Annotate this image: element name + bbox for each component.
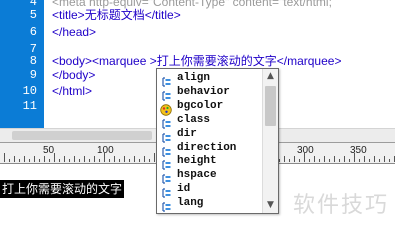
ruler-tick [314, 156, 315, 162]
ruler-tick [19, 159, 20, 162]
ruler-tick [9, 159, 10, 162]
ruler-tick [304, 153, 305, 162]
attribute-icon [160, 87, 172, 101]
ruler-tick [124, 156, 125, 162]
ruler-tick [29, 159, 30, 162]
autocomplete-item-label: class [177, 113, 211, 126]
ruler-tick [359, 159, 360, 162]
line-number-gutter: 4 5 6 7 8 9 10 11 [0, 0, 44, 128]
attribute-icon [160, 198, 172, 212]
ruler-tick [54, 153, 55, 162]
ruler-tick [299, 159, 300, 162]
scrollbar-thumb[interactable] [265, 86, 276, 126]
autocomplete-item-label: id [177, 183, 191, 196]
ruler-tick [324, 156, 325, 162]
autocomplete-item-label: height [177, 155, 217, 168]
color-palette-icon [160, 101, 172, 116]
ruler-label: 350 [350, 145, 367, 156]
attribute-autocomplete-list[interactable]: align behavior bgcolor class dir direction hei… [156, 68, 279, 214]
code-line[interactable]: </html> [52, 83, 92, 100]
ruler-tick [14, 156, 15, 162]
scroll-down-icon[interactable]: ▼ [263, 198, 278, 213]
ruler-tick [329, 159, 330, 162]
scroll-up-icon[interactable]: ▲ [263, 69, 278, 84]
ruler-tick [149, 159, 150, 162]
ruler-tick [139, 159, 140, 162]
attribute-icon [160, 170, 172, 184]
code-line[interactable]: </body> [52, 67, 95, 84]
line-number: 11 [22, 99, 37, 113]
autocomplete-item-label: hspace [177, 169, 217, 182]
ruler-tick [369, 159, 370, 162]
ruler-tick [109, 159, 110, 162]
attribute-icon [160, 184, 172, 198]
ruler-tick [39, 159, 40, 162]
attribute-icon [160, 156, 172, 170]
ruler-tick [354, 153, 355, 162]
ruler-tick [389, 159, 390, 162]
ruler-label: 50 [43, 145, 55, 156]
line-number: 5 [29, 8, 37, 22]
scrollbar-thumb[interactable] [12, 131, 152, 140]
ruler-tick [364, 156, 365, 162]
ruler-tick [94, 156, 95, 162]
attribute-icon [160, 115, 172, 129]
ruler-tick [84, 156, 85, 162]
ruler-tick [64, 156, 65, 162]
autocomplete-item-label: behavior [177, 85, 230, 98]
ruler-tick [334, 156, 335, 162]
ruler-tick [344, 156, 345, 162]
ruler-label: 300 [297, 145, 314, 156]
ruler-tick [69, 159, 70, 162]
ruler-tick [339, 159, 340, 162]
ruler-tick [319, 159, 320, 162]
ruler-tick [49, 159, 50, 162]
ruler-tick [309, 159, 310, 162]
ruler-tick [284, 156, 285, 162]
ruler-tick [134, 156, 135, 162]
ruler-label: 100 [97, 145, 114, 156]
code-line[interactable]: </head> [52, 24, 96, 41]
ruler-tick [379, 159, 380, 162]
autocomplete-item-label: direction [177, 141, 237, 154]
attribute-icon [160, 143, 172, 157]
ruler-tick [129, 159, 130, 162]
ruler-tick [34, 156, 35, 162]
ruler-tick [59, 159, 60, 162]
autocomplete-item-label: bgcolor [177, 99, 224, 112]
autocomplete-scrollbar[interactable]: ▲ ▼ [262, 69, 278, 213]
ruler-tick [99, 159, 100, 162]
code-line[interactable]: <title>无标题文档</title> [52, 7, 181, 24]
autocomplete-item-label: dir [177, 127, 197, 140]
ruler-tick [119, 159, 120, 162]
ruler-tick [144, 156, 145, 162]
ruler-tick [294, 156, 295, 162]
autocomplete-item-label: lang [177, 197, 204, 210]
line-number: 9 [29, 68, 37, 82]
ruler-tick [384, 156, 385, 162]
ruler-tick [279, 159, 280, 162]
ruler-tick [24, 156, 25, 162]
ruler-tick [349, 159, 350, 162]
ruler-tick [74, 156, 75, 162]
line-number: 6 [29, 25, 37, 39]
ruler-tick [89, 159, 90, 162]
attribute-icon [160, 73, 172, 87]
ruler-tick [79, 159, 80, 162]
ruler-tick [289, 159, 290, 162]
ruler-tick [104, 153, 105, 162]
ruler-tick [374, 156, 375, 162]
ruler-tick [114, 156, 115, 162]
ruler-tick [4, 153, 5, 162]
marquee-preview-text[interactable]: 打上你需要滚动的文字 [0, 180, 125, 198]
ruler-tick [44, 156, 45, 162]
autocomplete-item-label: align [177, 72, 211, 84]
attribute-icon [160, 129, 172, 143]
watermark: 软件技巧 [292, 193, 389, 218]
ruler-tick [154, 153, 155, 162]
autocomplete-item[interactable]: lang [157, 196, 263, 212]
